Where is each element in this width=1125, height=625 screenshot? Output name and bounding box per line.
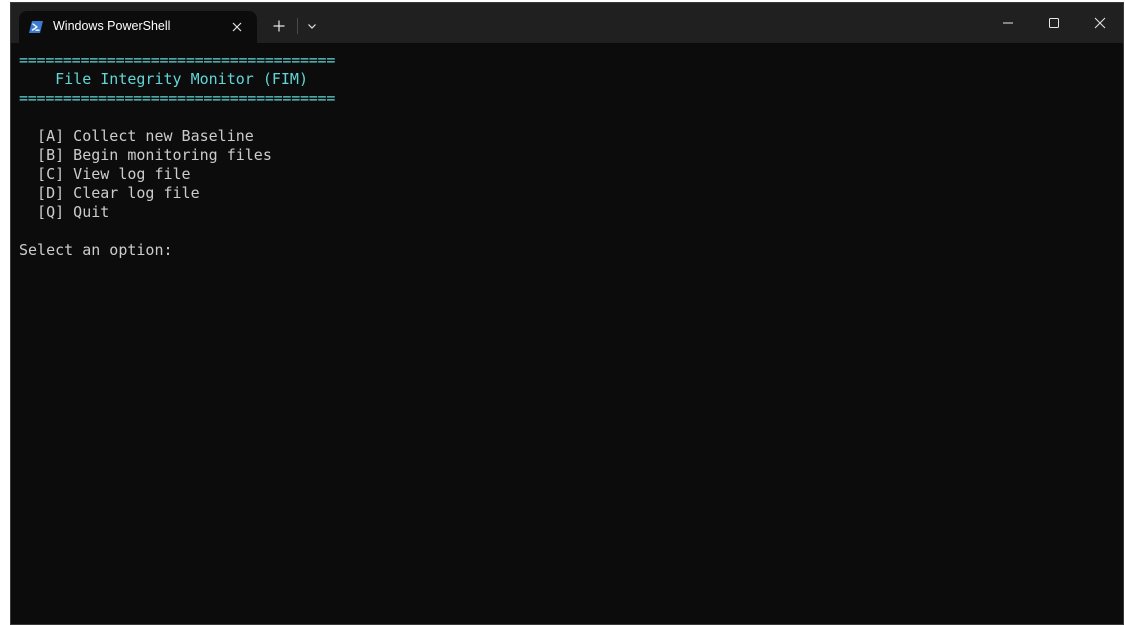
menu-option-d: [D] Clear log file bbox=[19, 184, 200, 202]
minimize-icon bbox=[1003, 22, 1013, 24]
input-prompt: Select an option: bbox=[19, 241, 173, 259]
chevron-down-icon[interactable] bbox=[301, 15, 323, 37]
tab-powershell[interactable]: Windows PowerShell bbox=[19, 11, 257, 43]
header-rule-bottom: ==================================== bbox=[19, 89, 336, 107]
terminal-window: Windows PowerShell =====================… bbox=[10, 2, 1124, 625]
menu-option-c: [C] View log file bbox=[19, 165, 191, 183]
title-bar: Windows PowerShell bbox=[11, 3, 1123, 43]
maximize-button[interactable] bbox=[1030, 3, 1076, 43]
menu-option-a: [A] Collect new Baseline bbox=[19, 127, 254, 145]
minimize-button[interactable] bbox=[984, 3, 1030, 43]
maximize-icon bbox=[1049, 18, 1059, 28]
console-output[interactable]: ==================================== Fil… bbox=[11, 43, 1123, 624]
close-icon[interactable] bbox=[229, 19, 245, 35]
tab-separator bbox=[297, 18, 298, 34]
console-heading: File Integrity Monitor (FIM) bbox=[19, 70, 308, 88]
powershell-icon bbox=[29, 20, 43, 34]
plus-icon[interactable] bbox=[268, 15, 290, 37]
menu-option-q: [Q] Quit bbox=[19, 203, 110, 221]
close-window-button[interactable] bbox=[1076, 3, 1122, 43]
close-icon bbox=[1094, 17, 1106, 29]
header-rule-top: ==================================== bbox=[19, 51, 336, 69]
menu-option-b: [B] Begin monitoring files bbox=[19, 146, 272, 164]
tab-title: Windows PowerShell bbox=[53, 19, 171, 33]
